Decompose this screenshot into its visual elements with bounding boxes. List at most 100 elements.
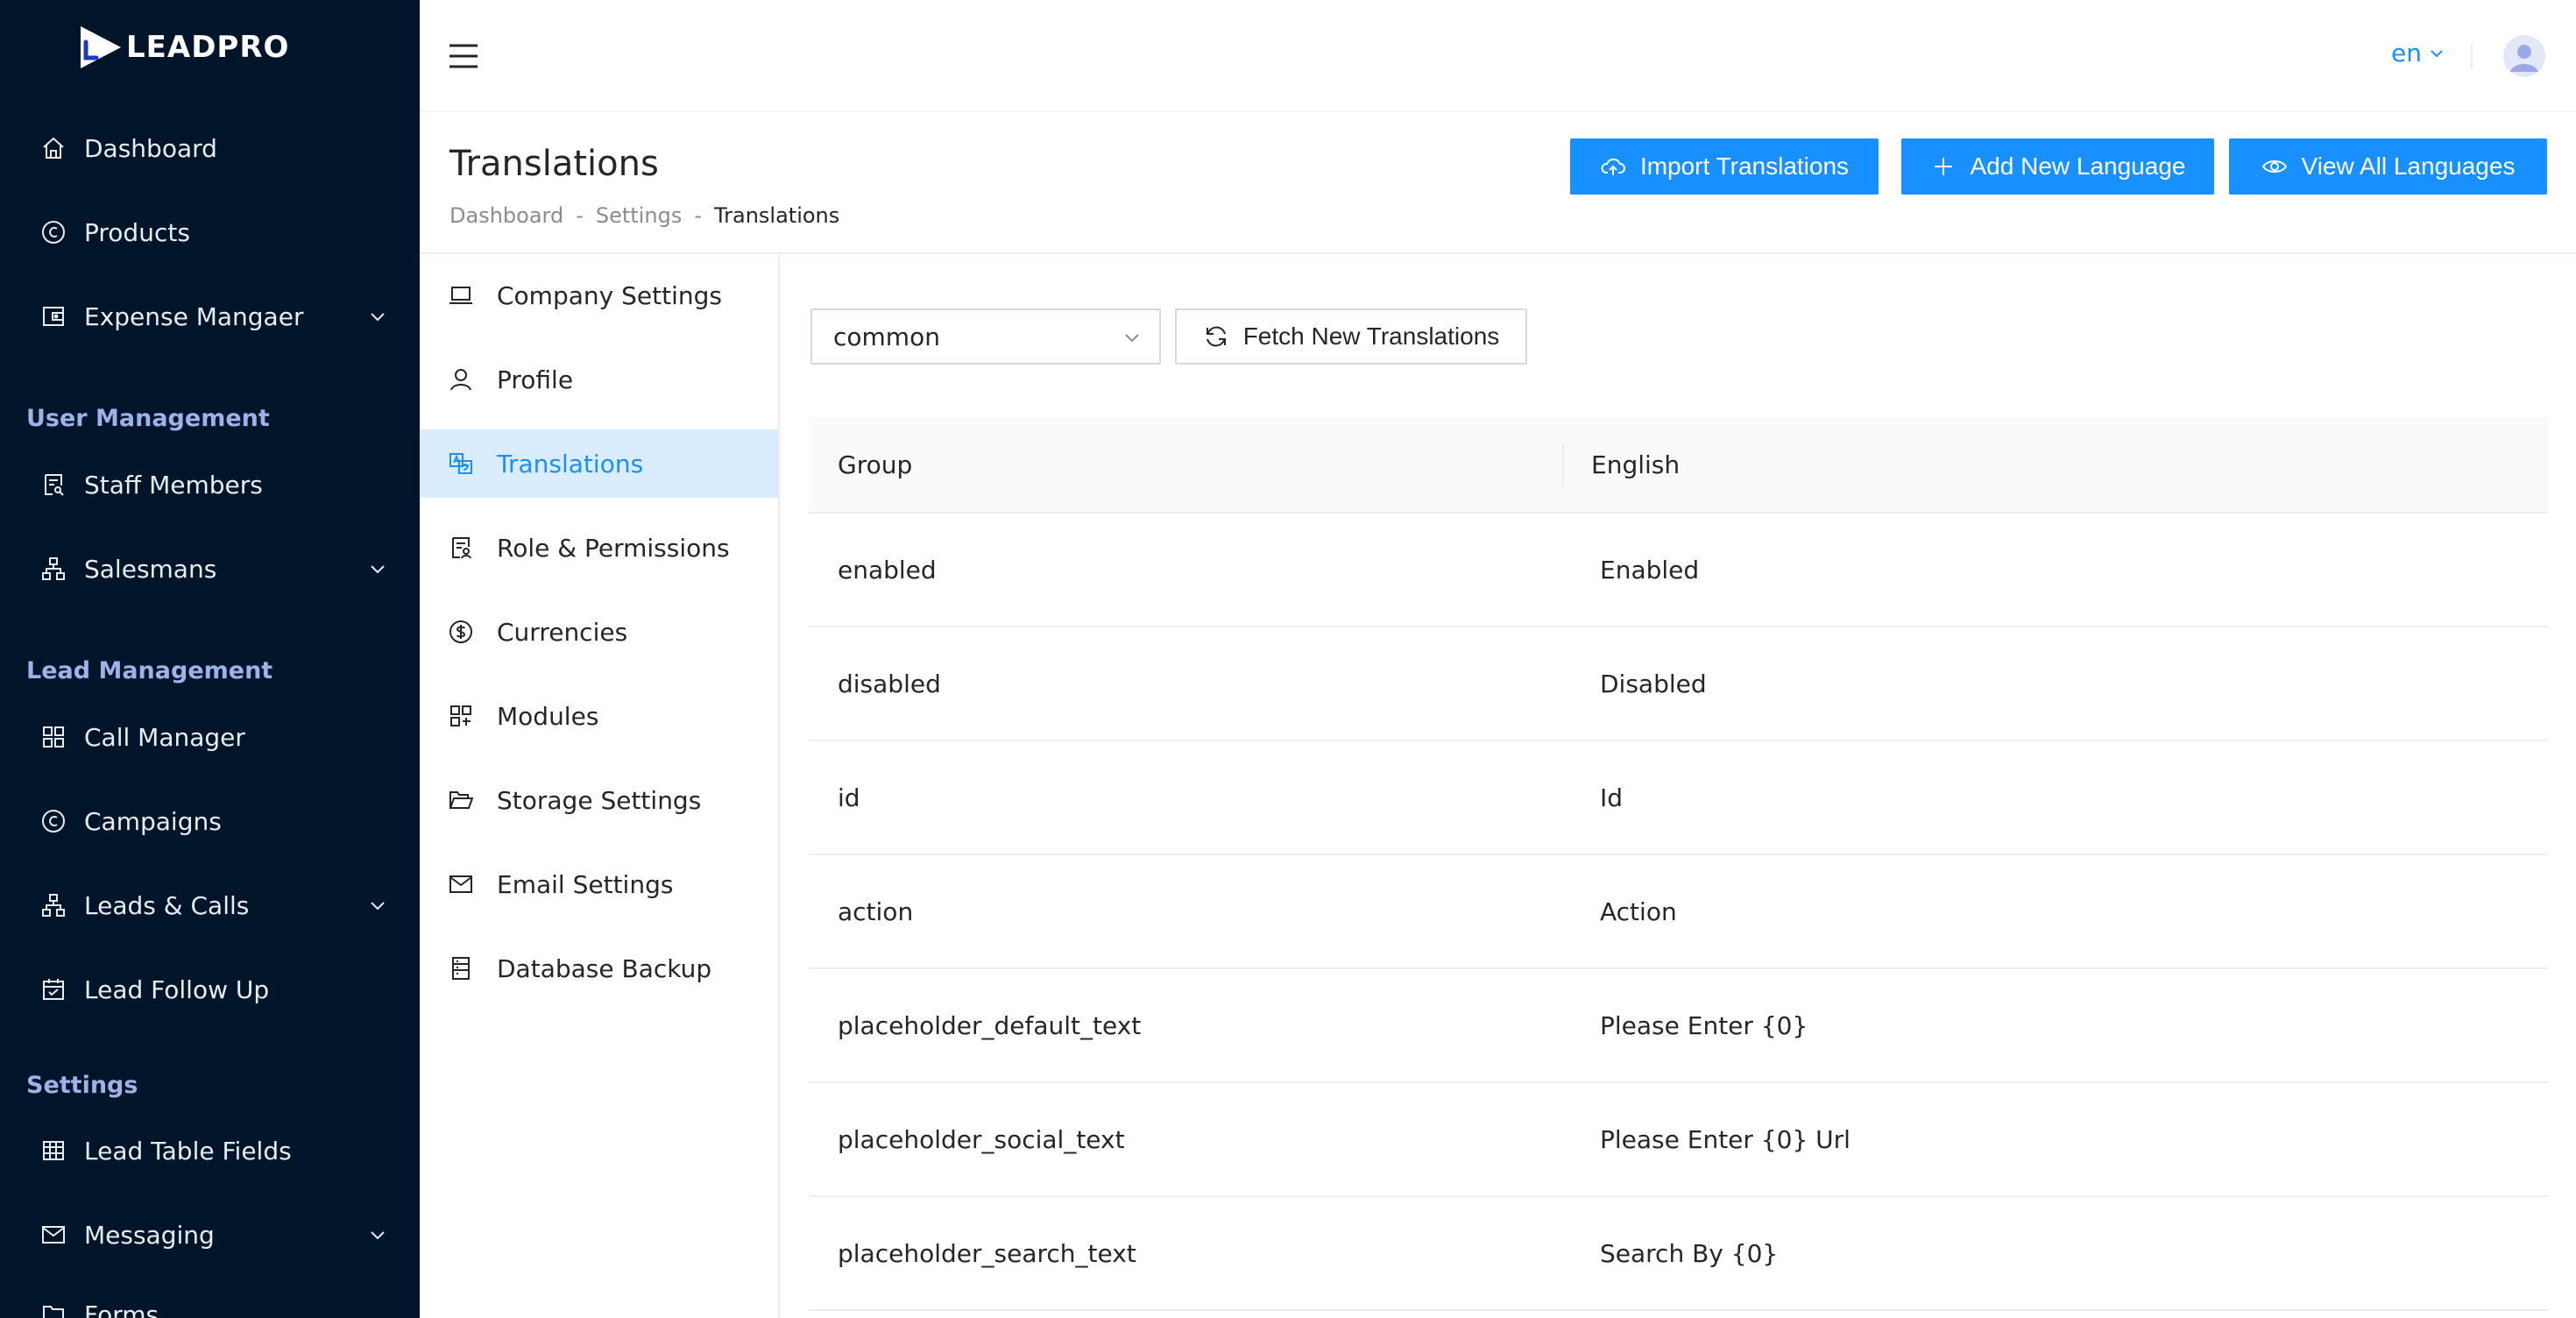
table-row: placeholder_search_text Search By {0} (809, 1197, 2548, 1311)
translation-group-value: common (833, 322, 940, 351)
contacts-icon (45, 474, 64, 496)
sync-icon (1206, 326, 1226, 347)
sidebar-item-expense-manager[interactable]: Expense Mangaer (0, 290, 420, 343)
breadcrumb-current: Translations (714, 203, 840, 228)
user-avatar-icon (2503, 35, 2545, 77)
translation-key: id (838, 783, 860, 812)
breadcrumb-settings[interactable]: Settings (596, 203, 682, 228)
breadcrumb-separator: - (576, 203, 584, 228)
column-divider (1562, 443, 1564, 487)
mail-icon (449, 875, 472, 893)
chevron-down-icon (1125, 334, 1139, 343)
laptop-icon (449, 287, 472, 304)
copyright-icon (42, 810, 65, 833)
brand-name: LEADPRO (126, 30, 290, 65)
leadpro-logo-icon (81, 26, 121, 68)
chevron-down-icon (371, 1231, 385, 1240)
sidebar-item-label: Dashboard (84, 133, 217, 163)
column-header-english: English (1591, 450, 1681, 479)
settings-menu-label: Company Settings (497, 280, 722, 310)
page-title: Translations (449, 144, 659, 184)
translation-value[interactable]: Disabled (1600, 670, 1707, 698)
user-avatar[interactable] (2503, 35, 2545, 77)
translation-value[interactable]: Enabled (1600, 556, 1699, 585)
sidebar-item-label: Salesmans (84, 554, 217, 584)
breadcrumb: Dashboard - Settings - Translations (449, 203, 839, 228)
table-icon (43, 1141, 64, 1160)
chevron-down-icon (371, 565, 385, 574)
settings-menu-database-backup[interactable]: Database Backup (420, 934, 778, 1003)
translation-value[interactable]: Id (1600, 783, 1623, 812)
settings-menu: Company Settings Profile Translations Ro… (420, 254, 780, 1318)
header-divider (2471, 44, 2473, 68)
translation-icon (449, 453, 472, 474)
sidebar-item-messaging[interactable]: Messaging (0, 1208, 420, 1261)
language-selector[interactable]: en (2391, 39, 2445, 67)
sidebar-item-label: Expense Mangaer (84, 301, 304, 331)
sidebar-item-label: Lead Table Fields (84, 1136, 292, 1166)
settings-menu-company-settings[interactable]: Company Settings (420, 261, 778, 330)
sidebar-item-campaigns[interactable]: Campaigns (0, 795, 420, 847)
import-translations-label: Import Translations (1639, 152, 1850, 180)
sidebar-group-user-management: User Management (26, 405, 270, 432)
settings-menu-profile[interactable]: Profile (420, 345, 778, 414)
cluster-icon (42, 557, 65, 580)
sidebar-item-products[interactable]: Products (0, 206, 420, 259)
table-row: id Id (809, 741, 2548, 855)
add-new-language-label: Add New Language (1970, 152, 2186, 180)
sidebar-item-leads-calls[interactable]: Leads & Calls (0, 879, 420, 932)
settings-menu-email-settings[interactable]: Email Settings (420, 850, 778, 918)
settings-menu-translations[interactable]: Translations (420, 429, 778, 498)
home-icon (43, 137, 64, 159)
brand-logo[interactable]: LEADPRO (75, 23, 289, 72)
appstore-add-icon (450, 705, 471, 726)
sidebar-item-lead-follow-up[interactable]: Lead Follow Up (0, 963, 420, 1016)
cloud-upload-icon (1601, 158, 1625, 175)
fetch-new-translations-button[interactable]: Fetch New Translations (1175, 308, 1527, 365)
translation-key: enabled (838, 556, 937, 585)
settings-menu-role-permissions[interactable]: Role & Permissions (420, 514, 778, 582)
cluster-icon (42, 894, 65, 917)
copyright-icon (42, 221, 65, 244)
settings-menu-label: Translations (497, 449, 644, 478)
sidebar-group-lead-management: Lead Management (26, 657, 273, 684)
sidebar-item-label: Messaging (84, 1220, 215, 1250)
add-new-language-button[interactable]: Add New Language (1901, 138, 2214, 195)
sidebar-item-salesmans[interactable]: Salesmans (0, 542, 420, 595)
chevron-down-icon (371, 902, 385, 911)
table-row: placeholder_social_text Please Enter {0}… (809, 1083, 2548, 1197)
table-row: action Action (809, 855, 2548, 969)
sidebar-item-label: Lead Follow Up (84, 974, 270, 1004)
import-translations-button[interactable]: Import Translations (1570, 138, 1879, 195)
translation-group-select[interactable]: common (810, 308, 1161, 365)
sidebar-item-forms[interactable]: Forms (0, 1288, 420, 1318)
translation-value[interactable]: Search By {0} (1600, 1239, 1778, 1268)
sidebar-item-label: Forms (84, 1300, 159, 1318)
sidebar-item-dashboard[interactable]: Dashboard (0, 122, 420, 174)
breadcrumb-dashboard[interactable]: Dashboard (449, 203, 563, 228)
settings-menu-currencies[interactable]: Currencies (420, 598, 778, 666)
table-header: Group English (809, 417, 2548, 514)
sidebar-item-lead-table-fields[interactable]: Lead Table Fields (0, 1124, 420, 1177)
sidebar-item-call-manager[interactable]: Call Manager (0, 711, 420, 763)
dollar-icon (449, 620, 472, 643)
sidebar-item-staff-members[interactable]: Staff Members (0, 458, 420, 511)
plus-icon (1934, 158, 1952, 175)
settings-menu-label: Profile (497, 365, 574, 394)
translation-value[interactable]: Action (1600, 897, 1677, 926)
translation-value[interactable]: Please Enter {0} (1600, 1011, 1808, 1040)
translation-value[interactable]: Please Enter {0} Url (1600, 1125, 1851, 1154)
eye-icon (2261, 160, 2287, 173)
settings-menu-storage-settings[interactable]: Storage Settings (420, 766, 778, 834)
database-icon (452, 957, 470, 980)
view-all-languages-button[interactable]: View All Languages (2229, 138, 2547, 195)
apps-icon (43, 726, 64, 748)
main-sidebar: LEADPRO Dashboard Products Expense Manga… (0, 0, 420, 1318)
translation-key: action (838, 897, 914, 926)
menu-toggle-icon[interactable] (449, 42, 478, 70)
settings-menu-modules[interactable]: Modules (420, 682, 778, 750)
settings-menu-label: Currencies (497, 617, 628, 647)
sidebar-group-settings: Settings (26, 1072, 138, 1099)
translation-key: disabled (838, 670, 941, 698)
translation-key: placeholder_default_text (838, 1011, 1142, 1040)
